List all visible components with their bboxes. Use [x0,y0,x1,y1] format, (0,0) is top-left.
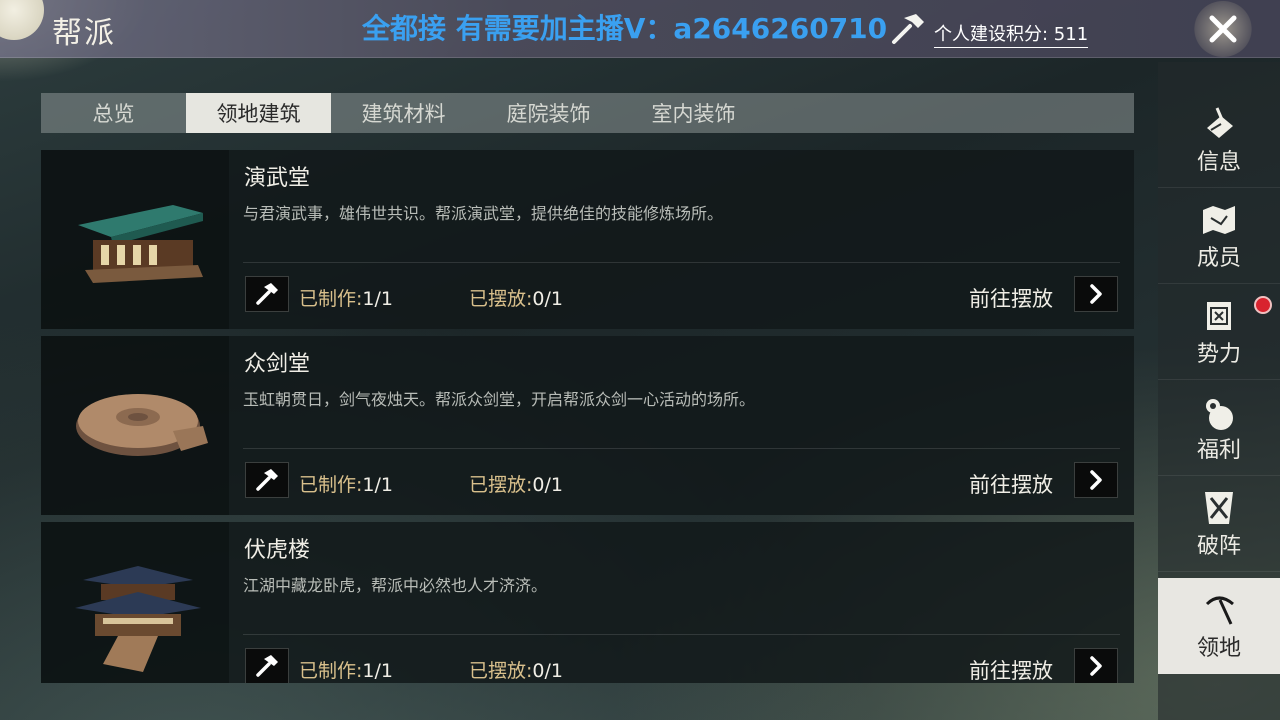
go-place-label[interactable]: 前往摆放 [969,655,1053,683]
banner-icon [1197,294,1241,338]
sidebar-item-formation[interactable]: 破阵 [1158,476,1280,572]
sidebar-item-label: 势力 [1196,342,1241,367]
building-card: 伏虎楼 江湖中藏龙卧虎，帮派中必然也人才济济。 已制作:1/1 已摆放:0/1 … [41,522,1134,683]
placed-count: 已摆放:0/1 [469,660,563,682]
category-tabs: 总览 领地建筑 建筑材料 庭院装饰 室内装饰 [41,93,1134,133]
money-bag-icon [1197,390,1241,434]
building-card: 众剑堂 玉虹朝贯日，剑气夜烛天。帮派众剑堂，开启帮派众剑一心活动的场所。 已制作… [41,336,1134,515]
go-place-label[interactable]: 前往摆放 [969,283,1053,313]
sidebar-item-welfare[interactable]: 福利 [1158,380,1280,476]
hammer-icon [888,10,928,50]
go-place-button[interactable] [1074,462,1118,498]
hammer-icon [256,283,278,305]
chevron-right-icon [1090,470,1102,490]
close-button[interactable] [1192,0,1254,58]
go-place-button[interactable] [1074,648,1118,683]
hammer-icon [256,655,278,677]
streamer-banner-text: 全都接 有需要加主播V：a2646260710 [362,12,888,45]
scroll-icon [1197,102,1241,146]
notification-badge [1254,296,1272,314]
divider [243,448,1120,449]
crafted-count: 已制作:1/1 [299,288,393,310]
tab-building-materials[interactable]: 建筑材料 [331,93,476,133]
craft-button[interactable] [245,276,289,312]
close-icon [1209,15,1237,43]
building-description: 玉虹朝贯日，剑气夜烛天。帮派众剑堂，开启帮派众剑一心活动的场所。 [243,390,756,409]
sidebar-item-territory[interactable]: 领地 [1158,578,1280,674]
building-description: 与君演武事，雄伟世共识。帮派演武堂，提供绝佳的技能修炼场所。 [243,204,724,223]
sidebar-item-label: 领地 [1196,636,1241,661]
craft-button[interactable] [245,462,289,498]
divider [243,634,1120,635]
crossed-swords-icon [1197,486,1241,530]
page-title: 帮派 [52,16,116,51]
top-bar: 帮派 全都接 有需要加主播V：a2646260710 个人建设积分: 511 [0,0,1280,58]
placed-count: 已摆放:0/1 [469,288,563,310]
sidebar-item-label: 信息 [1196,150,1241,175]
moon-decoration [0,0,44,40]
tab-territory-buildings[interactable]: 领地建筑 [186,93,331,133]
hall-building-image [78,205,203,283]
crafted-count: 已制作:1/1 [299,474,393,496]
building-thumbnail [41,336,229,515]
building-thumbnail [41,522,229,683]
sidebar-item-faction[interactable]: 势力 [1158,284,1280,380]
chevron-right-icon [1090,284,1102,304]
go-place-label[interactable]: 前往摆放 [969,469,1053,499]
guild-sidebar: 信息 成员 势力 福利 破阵 领地 [1158,62,1280,720]
sidebar-item-info[interactable]: 信息 [1158,92,1280,188]
crafted-count: 已制作:1/1 [299,660,393,682]
building-name: 演武堂 [244,166,311,191]
building-name: 众剑堂 [244,352,311,377]
sidebar-item-label: 成员 [1196,246,1241,271]
building-description: 江湖中藏龙卧虎，帮派中必然也人才济济。 [243,576,548,595]
placed-count: 已摆放:0/1 [469,474,563,496]
pickaxe-icon [1197,588,1241,632]
building-list[interactable]: 演武堂 与君演武事，雄伟世共识。帮派演武堂，提供绝佳的技能修炼场所。 已制作:1… [41,150,1134,683]
go-place-button[interactable] [1074,276,1118,312]
tab-indoor-decor[interactable]: 室内装饰 [621,93,766,133]
hammer-icon [256,469,278,491]
building-card: 演武堂 与君演武事，雄伟世共识。帮派演武堂，提供绝佳的技能修炼场所。 已制作:1… [41,150,1134,329]
map-icon [1197,198,1241,242]
craft-button[interactable] [245,648,289,683]
building-thumbnail [41,150,229,329]
sidebar-item-members[interactable]: 成员 [1158,188,1280,284]
chevron-right-icon [1090,656,1102,676]
personal-build-points[interactable]: 个人建设积分: 511 [934,20,1089,48]
divider [243,262,1120,263]
tower-building-image [75,566,201,672]
tab-courtyard-decor[interactable]: 庭院装饰 [476,93,621,133]
sidebar-item-label: 破阵 [1196,534,1241,559]
building-name: 伏虎楼 [244,538,311,563]
round-platform-image [76,394,208,456]
tab-overview[interactable]: 总览 [41,93,186,133]
sidebar-item-label: 福利 [1196,438,1241,463]
